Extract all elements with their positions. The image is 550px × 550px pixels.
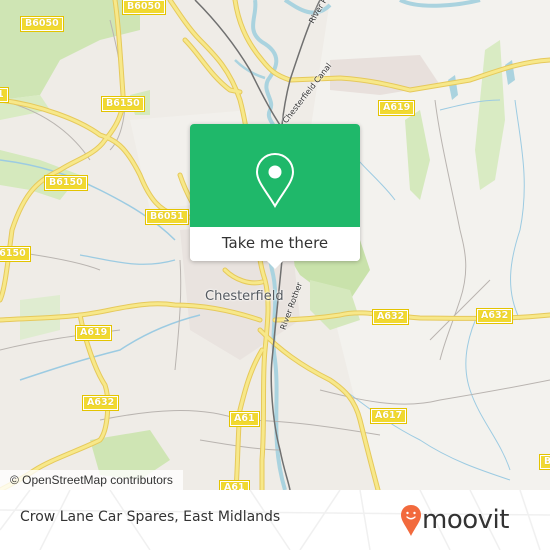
- map[interactable]: Chesterfield River Ro Chesterfield Canal…: [0, 0, 550, 490]
- moovit-logo[interactable]: moovit: [400, 500, 540, 540]
- road-label-b6051: B6051: [145, 209, 189, 225]
- moovit-pin-icon: [401, 505, 421, 536]
- place-label-chesterfield: Chesterfield: [205, 289, 284, 304]
- road-label-a61-south: A61: [219, 480, 250, 490]
- road-label-a619-east: A619: [377, 100, 416, 116]
- road-label-b6051-left-edge: B6051: [0, 87, 9, 103]
- popup-tail: [266, 260, 284, 269]
- road-label-b6150-mid: B6150: [44, 175, 88, 191]
- road-label-a632-east: A632: [475, 308, 514, 324]
- road-label-a632-center: A632: [371, 309, 410, 325]
- take-me-there-button[interactable]: Take me there: [190, 227, 360, 261]
- road-label-a617: A617: [369, 408, 408, 424]
- road-label-b6050-top: B6050: [122, 0, 166, 15]
- destination-popup: Take me there: [190, 124, 360, 269]
- map-attribution[interactable]: © OpenStreetMap contributors: [0, 470, 183, 490]
- road-label-b6150-west: B6150: [0, 246, 31, 262]
- road-label-b-road-right-edge: B: [538, 454, 550, 470]
- road-label-a632-west: A632: [81, 395, 120, 411]
- footer: Crow Lane Car Spares, East Midlands moov…: [0, 490, 550, 550]
- road-label-b6150-north: B6150: [101, 96, 145, 112]
- road-label-a619-west: A619: [74, 325, 113, 341]
- road-label-b6050-left: B6050: [20, 16, 64, 32]
- brand-name: moovit: [422, 505, 509, 535]
- location-title: Crow Lane Car Spares, East Midlands: [20, 509, 281, 525]
- map-pin-icon: [255, 152, 295, 208]
- road-label-a61: A61: [229, 411, 260, 427]
- popup-header: [190, 124, 360, 227]
